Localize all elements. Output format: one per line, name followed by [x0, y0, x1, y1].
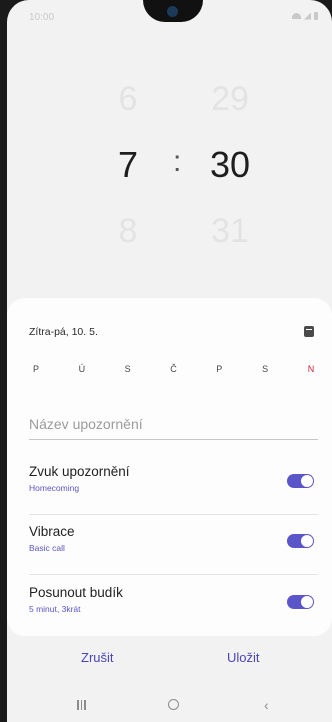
divider	[29, 574, 318, 575]
weekday-selector: P Ú S Č P S N	[29, 364, 318, 374]
time-picker[interactable]: 6 7 8 : 29 30 31	[7, 60, 332, 290]
hour-selected[interactable]: 7	[98, 144, 158, 186]
setting-subtitle: Homecoming	[29, 483, 80, 493]
system-icons	[292, 12, 318, 20]
snooze-toggle[interactable]	[287, 595, 314, 609]
home-icon[interactable]	[168, 699, 179, 710]
hour-prev[interactable]: 6	[98, 80, 158, 119]
day-tuesday[interactable]: Ú	[75, 364, 89, 374]
setting-title: Posunout budík	[29, 585, 123, 600]
toggle-knob	[301, 475, 313, 487]
setting-title: Vibrace	[29, 524, 75, 539]
hour-next[interactable]: 8	[98, 212, 158, 251]
minute-prev[interactable]: 29	[200, 80, 260, 119]
signal-icon	[304, 12, 311, 20]
setting-snooze[interactable]: Posunout budík 5 minut, 3krát	[29, 585, 314, 625]
battery-icon	[314, 12, 318, 20]
vibration-toggle[interactable]	[287, 534, 314, 548]
alarm-sound-toggle[interactable]	[287, 474, 314, 488]
alarm-settings-card: Zítra-pá, 10. 5. P Ú S Č P S N Název upo…	[7, 298, 332, 636]
setting-alarm-sound[interactable]: Zvuk upozornění Homecoming	[29, 464, 314, 504]
toggle-knob	[301, 535, 313, 547]
setting-subtitle: 5 minut, 3krát	[29, 604, 81, 614]
navigation-bar: ‹	[7, 692, 332, 722]
day-monday[interactable]: P	[29, 364, 43, 374]
camera-notch	[143, 0, 203, 22]
front-camera-icon	[167, 6, 178, 17]
minute-next[interactable]: 31	[200, 212, 260, 251]
wifi-icon	[292, 13, 301, 19]
recent-apps-icon[interactable]	[77, 700, 86, 710]
status-time: 10:00	[29, 12, 55, 23]
back-icon[interactable]: ‹	[264, 697, 269, 713]
calendar-icon[interactable]	[304, 326, 314, 337]
day-friday[interactable]: P	[212, 364, 226, 374]
day-thursday[interactable]: Č	[166, 364, 180, 374]
day-wednesday[interactable]: S	[121, 364, 135, 374]
day-sunday[interactable]: N	[304, 364, 318, 374]
toggle-knob	[301, 596, 313, 608]
minute-selected[interactable]: 30	[200, 144, 260, 186]
status-bar: 10:00	[7, 0, 332, 36]
alarm-name-input[interactable]: Název upozornění	[29, 416, 318, 440]
action-bar: Zrušit Uložit	[7, 650, 332, 676]
divider	[29, 514, 318, 515]
cancel-button[interactable]: Zrušit	[81, 650, 114, 665]
day-saturday[interactable]: S	[258, 364, 272, 374]
date-label: Zítra-pá, 10. 5.	[29, 326, 98, 338]
phone-screen: 10:00 6 7 8 : 29 30 31 Zítra-pá, 10. 5. …	[7, 0, 332, 722]
time-separator: :	[173, 145, 182, 178]
setting-subtitle: Basic call	[29, 543, 65, 553]
setting-title: Zvuk upozornění	[29, 464, 130, 479]
save-button[interactable]: Uložit	[227, 650, 260, 665]
setting-vibration[interactable]: Vibrace Basic call	[29, 524, 314, 564]
